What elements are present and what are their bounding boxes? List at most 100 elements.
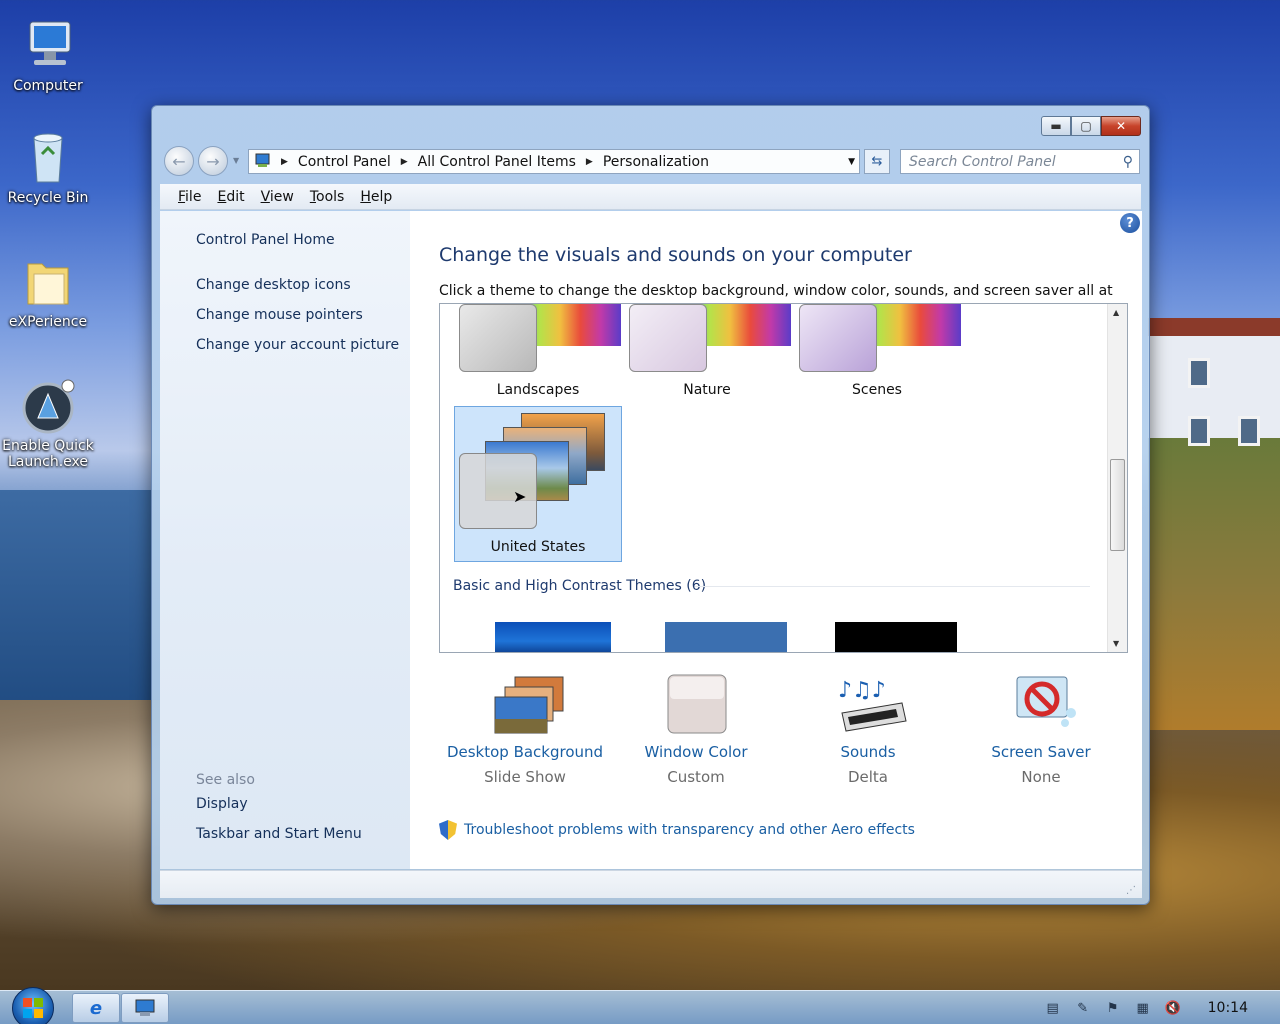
desktop-background-setting[interactable]: Desktop Background Slide Show [440,673,610,786]
theme-high-contrast-black[interactable] [835,622,957,652]
svg-text:♪♫♪: ♪♫♪ [838,678,886,703]
windows-logo-icon [23,998,43,1018]
scroll-down-icon[interactable]: ▼ [1113,639,1119,648]
menu-help[interactable]: Help [360,189,392,205]
caption-buttons: ▬ ▢ ✕ [1041,116,1141,136]
breadcrumb-separator-icon: ▶ [400,156,408,167]
breadcrumb-personalization[interactable]: Personalization [603,154,709,170]
close-button[interactable]: ✕ [1101,116,1141,136]
personalization-window: ▬ ▢ ✕ ← → ▼ ▶ Control Panel ▶ All Contro… [151,105,1150,905]
back-button[interactable]: ← [164,146,194,176]
setting-label: Desktop Background [446,743,604,761]
address-dropdown-icon[interactable]: ▼ [848,157,855,167]
theme-label: Nature [683,382,731,398]
taskbar-control-panel[interactable] [121,993,169,1023]
computer-icon [20,18,76,74]
recent-pages-dropdown[interactable]: ▼ [233,156,239,165]
maximize-button[interactable]: ▢ [1071,116,1101,136]
screen-saver-setting[interactable]: Screen Saver None [956,673,1126,786]
screen-saver-icon [1009,673,1076,737]
forward-button[interactable]: → [198,146,228,176]
status-bar: ⋰ [160,870,1142,898]
internet-explorer-icon: e [89,997,103,1019]
setting-label: Screen Saver [991,743,1091,761]
menu-file[interactable]: File [178,189,201,205]
link-change-mouse-pointers[interactable]: Change mouse pointers [196,307,363,323]
setting-label: Sounds [840,743,896,761]
help-icon[interactable]: ? [1120,213,1140,233]
themes-scrollbar[interactable]: ▲ ▼ [1107,304,1127,652]
scrollbar-thumb[interactable] [1110,459,1125,551]
address-bar[interactable]: ▶ Control Panel ▶ All Control Panel Item… [248,149,860,174]
link-control-panel-home[interactable]: Control Panel Home [196,232,335,248]
menu-bar: File Edit View Tools Help [160,184,1141,210]
troubleshoot-link[interactable]: Troubleshoot problems with transparency … [439,820,915,840]
theme-basic-aero[interactable] [495,622,611,652]
launch-app-icon [20,378,76,434]
theme-label: Scenes [852,382,902,398]
network-tool-icon[interactable]: ✎ [1074,999,1092,1017]
refresh-button[interactable]: ⇆ [864,149,890,174]
breadcrumb-control-panel[interactable]: Control Panel [298,154,391,170]
breadcrumb-all-items[interactable]: All Control Panel Items [418,154,576,170]
breadcrumb-separator-icon: ▶ [585,156,593,167]
start-button[interactable] [12,987,54,1024]
setting-value: None [1021,768,1061,786]
menu-edit[interactable]: Edit [217,189,244,205]
desktop-icon-computer[interactable]: Computer [0,18,96,94]
taskbar: e ▤ ✎ ⚑ ▦ 🔇 10:14 [0,987,1280,1024]
folder-icon [20,254,76,310]
desktop-wallpaper-house [1148,318,1280,446]
window-color-icon [664,673,728,737]
menu-view[interactable]: View [261,189,294,205]
desktop-icon-enable-quick-launch[interactable]: Enable Quick Launch.exe [0,378,96,470]
resize-grip-icon[interactable]: ⋰ [1126,885,1136,896]
taskbar-clock[interactable]: 10:14 [1208,1000,1248,1016]
setting-value: Slide Show [484,768,566,786]
theme-label: United States [490,539,586,555]
sounds-setting[interactable]: ♪♫♪ Sounds Delta [783,673,953,786]
link-change-desktop-icons[interactable]: Change desktop icons [196,277,351,293]
see-also-label: See also [196,772,255,788]
desktop-icon-label: Computer [13,78,83,94]
desktop-icon-recycle-bin[interactable]: Recycle Bin [0,130,96,206]
desktop-icon-experience[interactable]: eXPerience [0,254,96,330]
volume-muted-icon[interactable]: 🔇 [1164,999,1182,1017]
control-panel-icon [255,152,271,172]
link-display[interactable]: Display [196,796,248,812]
content-area: Control Panel Home Change desktop icons … [160,211,1142,869]
setting-label: Window Color [644,743,748,761]
theme-basic-classic[interactable] [665,622,787,652]
link-taskbar-start-menu[interactable]: Taskbar and Start Menu [196,826,362,842]
left-pane: Control Panel Home Change desktop icons … [160,211,410,869]
theme-united-states[interactable]: ➤ United States [454,406,622,562]
scroll-up-icon[interactable]: ▲ [1113,308,1119,317]
page-title: Change the visuals and sounds on your co… [439,244,912,266]
theme-list: Landscapes Nature Scenes ➤ United States… [439,303,1128,653]
link-change-account-picture[interactable]: Change your account picture [196,337,399,353]
refresh-icon: ⇆ [871,154,883,169]
setting-value: Delta [847,768,889,786]
section-divider [695,586,1090,587]
system-tray: ▤ ✎ ⚑ ▦ 🔇 10:14 [1044,991,1280,1024]
uac-shield-icon [439,820,457,840]
minimize-button[interactable]: ▬ [1041,116,1071,136]
desktop-icon-label: eXPerience [8,314,88,330]
menu-tools[interactable]: Tools [310,189,345,205]
search-input[interactable]: Search Control Panel ⚲ [900,149,1140,174]
troubleshoot-label: Troubleshoot problems with transparency … [464,822,915,838]
back-arrow-icon: ← [172,151,186,171]
breadcrumb-separator-icon: ▶ [281,156,288,167]
taskbar-internet-explorer[interactable]: e [72,993,120,1023]
window-color-setting[interactable]: Window Color Custom [611,673,781,786]
network-icon[interactable]: ▦ [1134,999,1152,1017]
desktop-icon-label: Enable Quick Launch.exe [2,438,94,470]
theme-label: Landscapes [496,382,580,398]
action-center-flag-icon[interactable]: ⚑ [1104,999,1122,1017]
setting-value: Custom [667,768,725,786]
window-color-swatch [629,304,707,372]
notepad-icon[interactable]: ▤ [1044,999,1062,1017]
navigation-bar: ← → ▼ ▶ Control Panel ▶ All Control Pane… [162,146,1140,176]
search-icon[interactable]: ⚲ [1123,154,1133,170]
control-panel-icon [135,999,155,1016]
